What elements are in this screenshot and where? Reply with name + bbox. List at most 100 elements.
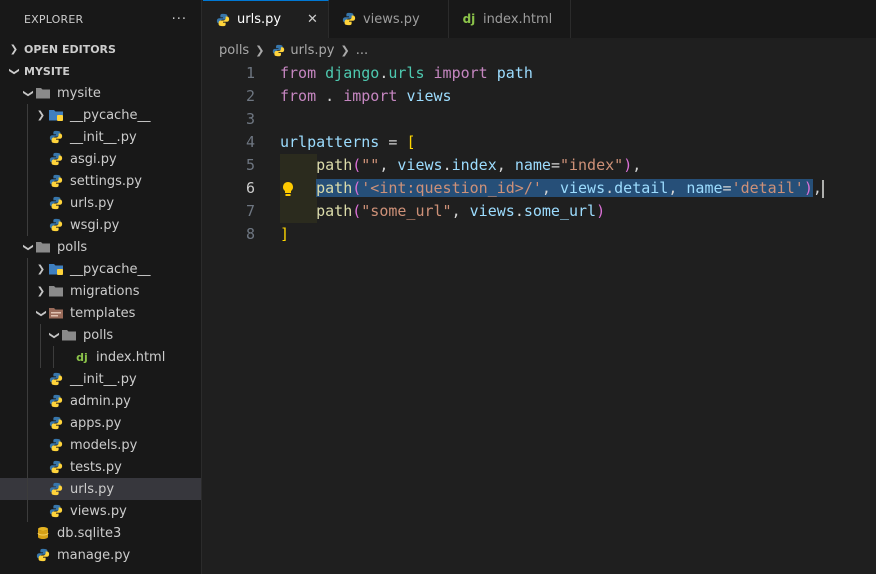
code-token: . xyxy=(605,179,615,197)
code-token: ) xyxy=(596,202,606,220)
code-text: path("some_url", views.some_url) xyxy=(280,200,605,223)
tree-item[interactable]: admin.py xyxy=(0,390,201,412)
indent-guide xyxy=(40,346,41,368)
tree-item[interactable]: views.py xyxy=(0,500,201,522)
tree-item[interactable]: wsgi.py xyxy=(0,214,201,236)
code-line[interactable]: 1 from django.urls import path xyxy=(203,62,876,85)
indent-guide xyxy=(27,258,28,280)
tab-label: urls.py xyxy=(237,12,282,27)
tree-item-label: manage.py xyxy=(57,547,131,563)
breadcrumb-folder[interactable]: polls xyxy=(219,43,249,58)
python-icon xyxy=(48,459,64,475)
python-icon xyxy=(341,11,357,27)
tree-item[interactable]: manage.py xyxy=(0,544,201,566)
indent-guide xyxy=(27,478,28,500)
chevron-right-icon: ❯ xyxy=(9,43,19,55)
code-token: urls xyxy=(388,64,425,82)
breadcrumb-more[interactable]: ... xyxy=(356,43,368,58)
tab-urls-py[interactable]: urls.py ✕ xyxy=(203,0,329,38)
code-token: index xyxy=(451,156,497,174)
tree-item[interactable]: __init__.py xyxy=(0,368,201,390)
code-line[interactable]: 5 path("", views.index, name="index"), xyxy=(203,154,876,177)
code-line[interactable]: 8] xyxy=(203,223,876,246)
tree-item[interactable]: dj index.html xyxy=(0,346,201,368)
open-editors-section[interactable]: ❯ OPEN EDITORS xyxy=(0,38,201,60)
tree-item[interactable]: settings.py xyxy=(0,170,201,192)
indent-guide xyxy=(27,346,28,368)
indent-guide xyxy=(27,500,28,522)
code-line[interactable]: 4 urlpatterns = [ xyxy=(203,131,876,154)
tree-item[interactable]: urls.py xyxy=(0,192,201,214)
code-token: = xyxy=(379,133,407,151)
indent-guide xyxy=(27,126,28,148)
tree-item[interactable]: ❯ mysite xyxy=(0,82,201,104)
line-number: 6 xyxy=(245,179,255,197)
tree-item[interactable]: __init__.py xyxy=(0,126,201,148)
tree-item-label: admin.py xyxy=(70,393,131,409)
tree-item[interactable]: ❯ migrations xyxy=(0,280,201,302)
code-token: [ xyxy=(406,133,416,151)
tree-item[interactable]: ❯ templates xyxy=(0,302,201,324)
django-icon: dj xyxy=(76,350,88,364)
python-icon xyxy=(48,129,64,145)
code-token: . xyxy=(442,156,452,174)
folder-icon xyxy=(35,85,51,101)
code-token: path xyxy=(316,202,353,220)
code-token: views xyxy=(469,202,515,220)
file-tree: ❯ mysite ❯ __pycache__ __init__.py asgi.py set… xyxy=(0,82,201,566)
tree-item-label: wsgi.py xyxy=(70,217,120,233)
code-line[interactable]: 2 from . import views xyxy=(203,85,876,108)
code-token: name xyxy=(686,179,723,197)
more-actions-icon[interactable]: ··· xyxy=(172,12,187,27)
code-token: ] xyxy=(280,225,290,243)
tree-item[interactable]: urls.py xyxy=(0,478,201,500)
tab-index-html[interactable]: dj index.html xyxy=(448,0,571,38)
explorer-title: EXPLORER xyxy=(24,12,84,26)
code-editor[interactable]: 1 from django.urls import path 2 from . imp… xyxy=(203,62,876,574)
tree-item[interactable]: asgi.py xyxy=(0,148,201,170)
tree-item[interactable]: ❯ polls xyxy=(0,236,201,258)
code-line[interactable]: 6 path('<int:question_id>/', views.detai… xyxy=(203,177,876,200)
folder-icon xyxy=(35,239,51,255)
chevron-right-icon: ❯ xyxy=(255,43,265,57)
line-number: 7 xyxy=(245,202,255,220)
breadcrumb-file[interactable]: urls.py xyxy=(290,43,334,58)
explorer-sidebar: EXPLORER ··· ❯ OPEN EDITORS ❯ MYSITE ❯ my… xyxy=(0,0,202,574)
chevron-down-icon: ❯ xyxy=(8,66,20,76)
tree-item-label: mysite xyxy=(57,85,101,101)
code-token: some_url xyxy=(523,202,597,220)
tree-item[interactable]: db.sqlite3 xyxy=(0,522,201,544)
tree-item[interactable]: apps.py xyxy=(0,412,201,434)
tree-item[interactable]: models.py xyxy=(0,434,201,456)
pycache-folder-icon xyxy=(48,107,64,123)
chevron-down-icon: ❯ xyxy=(48,330,60,340)
code-token: = xyxy=(550,156,560,174)
code-token: django xyxy=(325,64,380,82)
code-token: , xyxy=(632,156,642,174)
code-token: , xyxy=(541,179,560,197)
tree-item[interactable]: ❯ polls xyxy=(0,324,201,346)
tree-item-label: asgi.py xyxy=(70,151,117,167)
tree-item[interactable]: tests.py xyxy=(0,456,201,478)
lightbulb-icon[interactable] xyxy=(281,181,295,197)
code-token: urlpatterns xyxy=(280,133,380,151)
code-text: path("", views.index, name="index"), xyxy=(280,154,641,177)
code-text: path('<int:question_id>/', views.detail,… xyxy=(280,177,824,200)
tree-item[interactable]: ❯ __pycache__ xyxy=(0,104,201,126)
code-text: urlpatterns = [ xyxy=(280,131,415,154)
tree-item-label: tests.py xyxy=(70,459,122,475)
tree-item[interactable]: ❯ __pycache__ xyxy=(0,258,201,280)
code-line[interactable]: 7 path("some_url", views.some_url) xyxy=(203,200,876,223)
code-token: path xyxy=(316,179,353,197)
line-number: 3 xyxy=(245,110,255,128)
code-token: ) xyxy=(623,156,633,174)
templates-folder-icon xyxy=(48,305,64,321)
workspace-section[interactable]: ❯ MYSITE xyxy=(0,60,201,82)
line-number: 8 xyxy=(245,225,255,243)
tab-views-py[interactable]: views.py xyxy=(328,0,449,38)
close-icon[interactable]: ✕ xyxy=(307,12,318,27)
code-line[interactable]: 3 xyxy=(203,108,876,131)
indent-guide xyxy=(27,148,28,170)
